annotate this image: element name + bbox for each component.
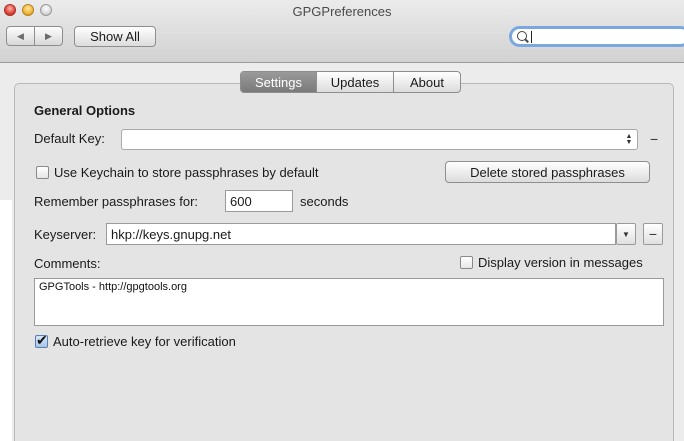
display-version-label: Display version in messages <box>478 255 643 270</box>
keyserver-field[interactable]: hkp://keys.gnupg.net <box>106 223 616 245</box>
auto-retrieve-checkbox[interactable] <box>35 332 48 349</box>
default-key-label: Default Key: <box>34 131 105 146</box>
keychain-label: Use Keychain to store passphrases by def… <box>54 165 319 180</box>
window-title: GPGPreferences <box>292 4 392 19</box>
comments-label: Comments: <box>34 256 101 271</box>
show-all-button[interactable]: Show All <box>74 26 156 47</box>
general-options-heading: General Options <box>34 103 136 118</box>
delete-passphrases-button[interactable]: Delete stored passphrases <box>445 161 650 183</box>
window-toolbar: GPGPreferences ◀ ▶ Show All <box>0 0 684 63</box>
keyserver-dropdown-arrow-icon[interactable]: ▼ <box>616 223 636 245</box>
back-arrow-icon[interactable]: ◀ <box>7 27 34 45</box>
remember-label: Remember passphrases for: <box>34 194 199 209</box>
auto-retrieve-label: Auto-retrieve key for verification <box>53 334 236 349</box>
tab-settings[interactable]: Settings <box>241 72 316 92</box>
keyserver-remove-button[interactable]: − <box>643 223 663 245</box>
remember-seconds-field[interactable]: 600 <box>225 190 293 212</box>
keyserver-label: Keyserver: <box>34 227 97 242</box>
comments-textarea[interactable]: GPGTools - http://gpgtools.org <box>34 278 664 326</box>
display-version-checkbox[interactable] <box>460 256 473 269</box>
tab-about[interactable]: About <box>393 72 460 92</box>
search-icon <box>517 31 527 41</box>
tab-updates[interactable]: Updates <box>316 72 393 92</box>
forward-arrow-icon[interactable]: ▶ <box>34 27 62 45</box>
back-forward-control: ◀ ▶ <box>6 26 63 46</box>
default-key-remove-button[interactable]: − <box>650 131 658 147</box>
text-caret <box>531 31 532 43</box>
remember-unit-label: seconds <box>300 194 349 209</box>
tab-bar: Settings Updates About <box>240 71 461 93</box>
popup-arrows-icon: ▲ ▼ <box>625 133 633 146</box>
keychain-checkbox[interactable] <box>36 166 49 179</box>
background-strip <box>0 200 12 441</box>
search-input[interactable] <box>509 26 684 47</box>
default-key-popup[interactable]: ▲ ▼ <box>121 129 638 150</box>
